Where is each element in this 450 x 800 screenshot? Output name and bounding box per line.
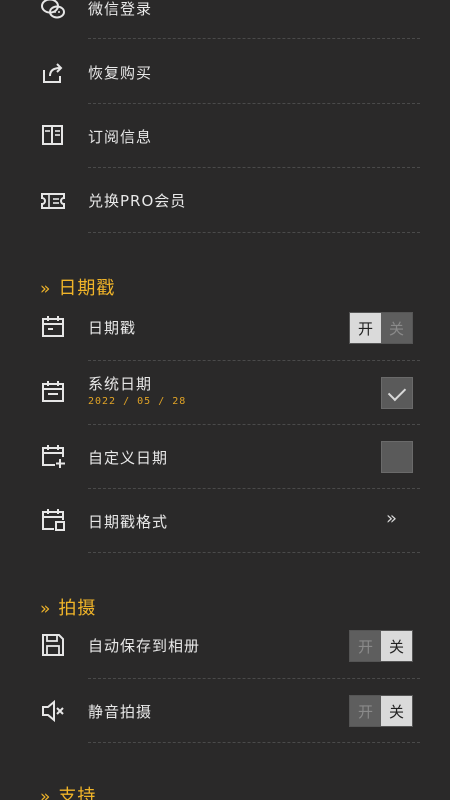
divider <box>88 552 420 553</box>
date-stamp-label: 日期戳 <box>88 319 137 337</box>
restore-purchase-row[interactable]: 恢复购买 <box>0 40 450 104</box>
auto-save-label: 自动保存到相册 <box>88 637 201 655</box>
date-stamp-format-row[interactable]: 日期戳格式 » <box>0 490 450 554</box>
silent-shooting-label: 静音拍摄 <box>88 703 153 721</box>
mute-icon <box>42 699 64 723</box>
share-icon <box>43 63 63 83</box>
calendar-icon <box>42 381 64 402</box>
silent-shooting-toggle[interactable]: 开 关 <box>349 695 413 727</box>
book-icon <box>42 125 63 145</box>
divider <box>88 360 420 361</box>
custom-date-row[interactable]: 自定义日期 <box>0 426 450 490</box>
calendar-settings-icon <box>42 509 65 531</box>
system-date-row[interactable]: 系统日期 2022 / 05 / 28 <box>0 362 450 426</box>
auto-save-toggle[interactable]: 开 关 <box>349 630 413 662</box>
divider <box>88 488 420 489</box>
section-title: 支持 <box>58 786 97 800</box>
toggle-on-option[interactable]: 开 <box>350 313 381 343</box>
auto-save-row: 自动保存到相册 开 关 <box>0 614 450 678</box>
date-stamp-toggle[interactable]: 开 关 <box>349 312 413 344</box>
divider <box>88 424 420 425</box>
calendar-icon <box>42 316 64 337</box>
chevron-double-right-icon: » <box>40 787 51 800</box>
restore-purchase-label: 恢复购买 <box>88 64 153 82</box>
toggle-off-option[interactable]: 关 <box>381 696 412 726</box>
redeem-pro-row[interactable]: 兑换PRO会员 <box>0 168 450 232</box>
checkmark-icon <box>387 382 407 402</box>
subscription-info-label: 订阅信息 <box>88 128 153 146</box>
divider <box>88 38 420 39</box>
wechat-login-row[interactable]: 微信登录 <box>0 0 450 40</box>
divider <box>88 232 420 233</box>
custom-date-label: 自定义日期 <box>88 449 169 467</box>
toggle-on-option[interactable]: 开 <box>350 696 381 726</box>
wechat-login-label: 微信登录 <box>88 0 153 18</box>
system-date-checkbox[interactable] <box>381 377 413 409</box>
calendar-plus-icon <box>42 445 65 468</box>
toggle-on-option[interactable]: 开 <box>350 631 381 661</box>
toggle-off-option[interactable]: 关 <box>381 631 412 661</box>
toggle-off-option[interactable]: 关 <box>381 313 412 343</box>
subscription-info-row[interactable]: 订阅信息 <box>0 104 450 168</box>
wechat-icon <box>41 0 65 19</box>
redeem-pro-label: 兑换PRO会员 <box>88 192 187 210</box>
system-date-value: 2022 / 05 / 28 <box>88 396 187 407</box>
section-support-title: » 支持 <box>40 782 96 800</box>
date-stamp-format-label: 日期戳格式 <box>88 513 169 531</box>
divider <box>88 742 420 743</box>
silent-shooting-row: 静音拍摄 开 关 <box>0 679 450 743</box>
settings-page: 微信登录 恢复购买 订阅信息 兑换PRO会员 » 日期戳 日期戳 开 关 系统日… <box>0 0 450 800</box>
ticket-icon <box>41 193 65 209</box>
date-stamp-toggle-row: 日期戳 开 关 <box>0 296 450 360</box>
save-icon <box>42 634 64 656</box>
system-date-label: 系统日期 <box>88 375 153 393</box>
custom-date-checkbox[interactable] <box>381 441 413 473</box>
chevron-double-right-icon: » <box>386 508 397 529</box>
